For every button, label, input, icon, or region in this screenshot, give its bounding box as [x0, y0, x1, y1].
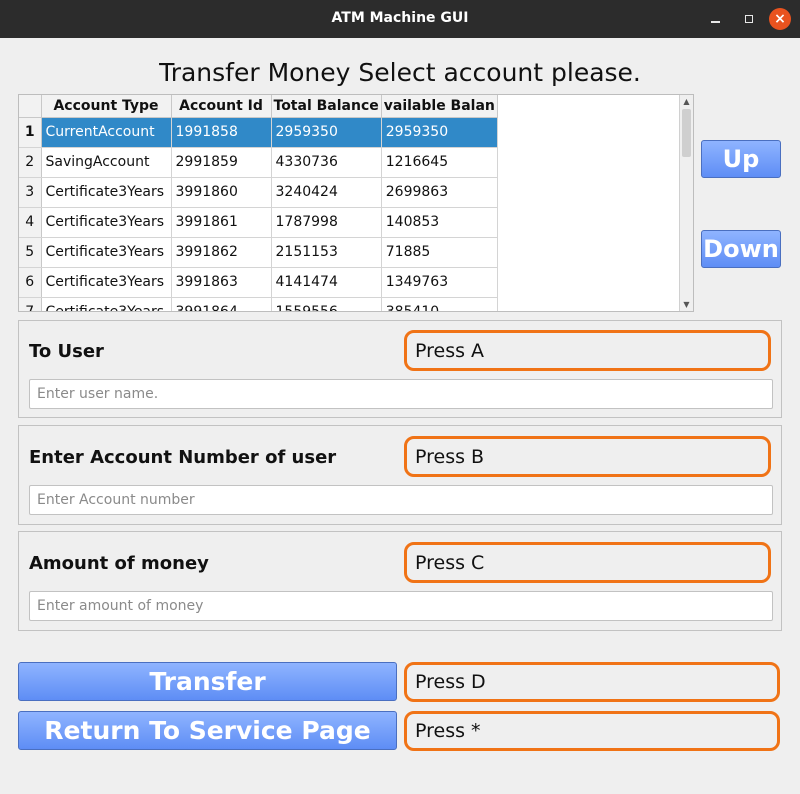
column-header-account-id[interactable]: Account Id	[171, 95, 272, 118]
column-header-available-balance[interactable]: vailable Balan	[381, 95, 498, 118]
account-number-label: Enter Account Number of user	[29, 447, 337, 468]
amount-input[interactable]	[30, 592, 772, 620]
row-number[interactable]: 1	[19, 117, 42, 148]
table-row[interactable]: 5 Certificate3Years 3991862 2151153 71885	[19, 237, 498, 268]
available-balance-cell[interactable]: 71885	[381, 237, 498, 268]
available-balance-cell[interactable]: 2699863	[381, 177, 498, 208]
table-row[interactable]: 4 Certificate3Years 3991861 1787998 140853	[19, 207, 498, 238]
account-id-cell[interactable]: 3991860	[171, 177, 272, 208]
total-balance-cell[interactable]: 4330736	[271, 147, 382, 178]
scroll-down-icon[interactable]: ▼	[680, 298, 693, 311]
account-id-cell[interactable]: 3991864	[171, 297, 272, 311]
available-balance-cell[interactable]: 1216645	[381, 147, 498, 178]
account-number-input[interactable]	[30, 486, 772, 514]
close-icon[interactable]: ×	[769, 8, 791, 30]
account-type-cell[interactable]: CurrentAccount	[41, 117, 172, 148]
accounts-table[interactable]: Account Type Account Id Total Balance va…	[18, 94, 694, 312]
table-header-row: Account Type Account Id Total Balance va…	[19, 95, 498, 118]
account-id-cell[interactable]: 1991858	[171, 117, 272, 148]
corner-cell[interactable]	[19, 95, 42, 118]
available-balance-cell[interactable]: 2959350	[381, 117, 498, 148]
maximize-icon[interactable]	[738, 8, 760, 30]
table-row[interactable]: 2 SavingAccount 2991859 4330736 1216645	[19, 147, 498, 178]
account-type-cell[interactable]: Certificate3Years	[41, 267, 172, 298]
account-type-cell[interactable]: Certificate3Years	[41, 237, 172, 268]
return-to-service-button[interactable]: Return To Service Page	[18, 711, 397, 750]
window-title: ATM Machine GUI	[331, 10, 469, 26]
account-id-cell[interactable]: 3991863	[171, 267, 272, 298]
press-b-hint: Press B	[404, 436, 771, 477]
total-balance-cell[interactable]: 1787998	[271, 207, 382, 238]
press-d-hint: Press D	[404, 662, 780, 702]
total-balance-cell[interactable]: 4141474	[271, 267, 382, 298]
account-type-cell[interactable]: Certificate3Years	[41, 207, 172, 238]
amount-field-box	[29, 591, 773, 621]
account-number-field-box	[29, 485, 773, 515]
page-title: Transfer Money Select account please.	[159, 58, 641, 87]
up-button[interactable]: Up	[701, 140, 781, 178]
window-client: Transfer Money Select account please. Ac…	[0, 38, 800, 794]
available-balance-cell[interactable]: 385410	[381, 297, 498, 311]
account-type-cell[interactable]: Certificate3Years	[41, 297, 172, 311]
minimize-icon[interactable]	[704, 8, 726, 30]
table-row[interactable]: 3 Certificate3Years 3991860 3240424 2699863	[19, 177, 498, 208]
available-balance-cell[interactable]: 1349763	[381, 267, 498, 298]
row-number[interactable]: 6	[19, 267, 42, 298]
column-header-total-balance[interactable]: Total Balance	[271, 95, 382, 118]
account-id-cell[interactable]: 3991862	[171, 237, 272, 268]
down-button[interactable]: Down	[701, 230, 781, 268]
transfer-button[interactable]: Transfer	[18, 662, 397, 701]
table-scrollbar[interactable]: ▲ ▼	[679, 95, 693, 311]
total-balance-cell[interactable]: 1559556	[271, 297, 382, 311]
table-row[interactable]: 1 CurrentAccount 1991858 2959350 2959350	[19, 117, 498, 148]
scroll-thumb[interactable]	[682, 109, 691, 157]
account-id-cell[interactable]: 3991861	[171, 207, 272, 238]
row-number[interactable]: 2	[19, 147, 42, 178]
press-star-hint: Press *	[404, 711, 780, 751]
scroll-up-icon[interactable]: ▲	[680, 95, 693, 108]
total-balance-cell[interactable]: 2151153	[271, 237, 382, 268]
row-number[interactable]: 5	[19, 237, 42, 268]
available-balance-cell[interactable]: 140853	[381, 207, 498, 238]
total-balance-cell[interactable]: 2959350	[271, 117, 382, 148]
to-user-field-box	[29, 379, 773, 409]
table-row[interactable]: 6 Certificate3Years 3991863 4141474 1349763	[19, 267, 498, 298]
to-user-label: To User	[29, 341, 104, 362]
account-type-cell[interactable]: SavingAccount	[41, 147, 172, 178]
amount-label: Amount of money	[29, 553, 209, 574]
window-titlebar: ATM Machine GUI ×	[0, 0, 800, 38]
account-id-cell[interactable]: 2991859	[171, 147, 272, 178]
row-number[interactable]: 7	[19, 297, 42, 311]
to-user-input[interactable]	[30, 380, 772, 408]
press-c-hint: Press C	[404, 542, 771, 583]
row-number[interactable]: 4	[19, 207, 42, 238]
total-balance-cell[interactable]: 3240424	[271, 177, 382, 208]
press-a-hint: Press A	[404, 330, 771, 371]
row-number[interactable]: 3	[19, 177, 42, 208]
account-type-cell[interactable]: Certificate3Years	[41, 177, 172, 208]
column-header-account-type[interactable]: Account Type	[41, 95, 172, 118]
table-row[interactable]: 7 Certificate3Years 3991864 1559556 385410	[19, 297, 498, 311]
